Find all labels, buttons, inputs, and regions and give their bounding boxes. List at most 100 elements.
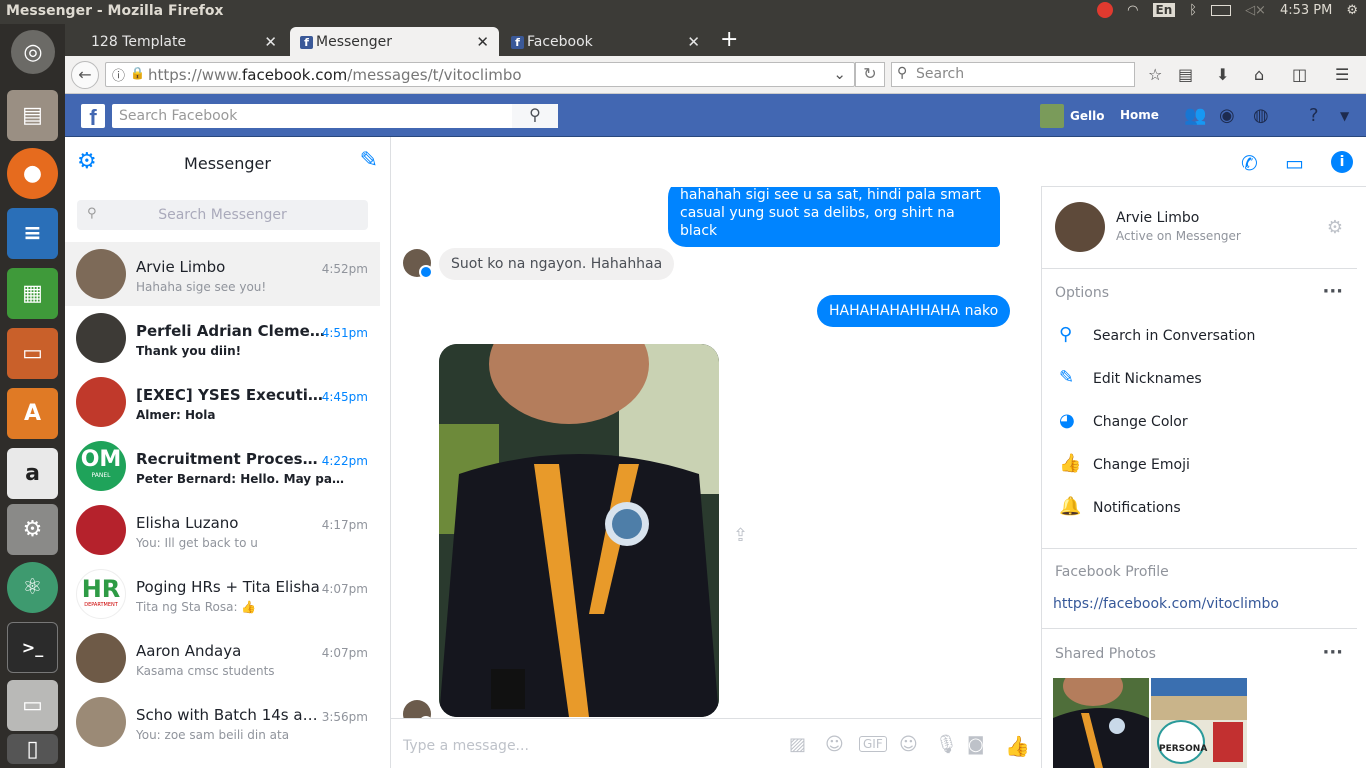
microphone-icon[interactable]: 🎙 [935,734,958,755]
conversation-name: Scho with Batch 14s and Batch 15s [136,706,326,724]
notifications-globe-icon[interactable]: ◍ [1253,105,1269,126]
conversation-item[interactable]: HR DEPARTMENT Poging HRs + Tita Elisha T… [65,562,380,626]
conversation-item[interactable]: Aaron Andaya Kasama cmsc students 4:07pm [65,626,380,690]
tab-128-template[interactable]: 128 Template ✕ [65,27,287,56]
messenger-icon[interactable]: ◉ [1219,105,1235,126]
phone-icon[interactable]: ✆ [1241,151,1258,175]
image-icon[interactable]: ▨ [789,734,806,755]
settings-gear-icon[interactable]: ⚙ [1327,217,1343,238]
pocket-icon[interactable]: ◫ [1292,65,1307,84]
conversation-time: 4:51pm [321,326,368,340]
option-label: Change Color [1093,414,1188,430]
compose-icon[interactable]: ✎ [360,148,378,173]
conversation-item[interactable]: OM PANEL Recruitment Process OM Panel Pe… [65,434,380,498]
conversation-preview: Kasama cmsc students [136,664,275,678]
system-tray: ◠ En ᛒ ◁× 4:53 PM ⚙ [1097,2,1358,18]
ubuntu-icon[interactable]: ◎ [11,30,55,74]
home-icon[interactable]: ⌂ [1254,65,1264,84]
conversation-item[interactable]: Scho with Batch 14s and Batch 15s You: z… [65,690,380,754]
sticker-icon[interactable]: ☺ [825,734,844,755]
change-color-option[interactable]: ◕ Change Color [1042,402,1357,445]
conversation-item[interactable]: [EXEC] YSES Executive Committee Almer: H… [65,370,380,434]
wifi-icon[interactable]: ◠ [1127,3,1138,18]
browser-search-field[interactable]: ⚲ Search [891,62,1135,87]
tab-facebook[interactable]: f Facebook ✕ [501,27,710,56]
message-input[interactable]: Type a message... [401,729,781,759]
search-in-conversation-option[interactable]: ⚲ Search in Conversation [1042,316,1357,359]
conversation-item[interactable]: Perfeli Adrian Clemente Thank you diin! … [65,306,380,370]
keyboard-layout[interactable]: En [1152,3,1176,17]
conversation-preview: Tita ng Sta Rosa: 👍 [136,600,257,614]
settings-gear-icon[interactable]: ⚙ [1346,3,1358,18]
info-icon[interactable]: ⓘ [112,65,125,84]
calc-icon[interactable]: ▦ [7,268,58,319]
notifications-option[interactable]: 🔔 Notifications [1042,488,1357,531]
info-icon[interactable]: i [1331,151,1353,173]
emoji-icon[interactable]: ☺ [899,734,918,755]
shared-photo[interactable] [439,344,719,717]
back-button[interactable]: ← [71,61,99,89]
url-bar[interactable]: ⓘ 🔒 https://www.facebook.com/messages/t/… [105,62,855,87]
more-options-icon[interactable]: ··· [1322,281,1343,302]
message-bubble-out[interactable]: hahahah sigi see u sa sat, hindi pala sm… [668,187,1000,247]
network-blocked-icon[interactable] [1097,2,1114,18]
gif-icon[interactable]: GIF [859,736,887,752]
battery-icon[interactable] [1211,4,1232,16]
thumbs-up-icon[interactable]: 👍 [1005,734,1030,758]
new-tab-icon[interactable]: + [720,27,738,52]
dropdown-icon[interactable]: ⌄ [833,65,846,83]
close-tab-icon[interactable]: ✕ [476,33,489,51]
home-link[interactable]: Home [1120,108,1159,122]
message-bubble-out[interactable]: HAHAHAHAHHAHA nako [817,295,1011,327]
facebook-profile-link[interactable]: https://facebook.com/vitoclimbo [1053,596,1279,612]
friend-requests-icon[interactable]: 👥 [1184,105,1206,126]
facebook-logo-icon[interactable]: f [81,104,105,130]
facebook-search-input[interactable]: Search Facebook [112,104,558,128]
account-menu-icon[interactable]: ▼ [1340,109,1349,123]
profile-name[interactable]: Arvie Limbo [1116,210,1199,226]
bookmark-star-icon[interactable]: ☆ [1148,65,1162,84]
camera-icon[interactable]: ◙ [967,734,984,755]
atom-editor-icon[interactable]: ⚛ [7,562,58,613]
reading-list-icon[interactable]: ▤ [1178,65,1193,84]
download-icon[interactable]: ⬇ [1216,65,1229,84]
conversation-item[interactable]: Arvie Limbo Hahaha sige see you! 4:52pm [65,242,380,306]
profile-link[interactable]: Gello [1040,104,1104,128]
conversation-item[interactable]: Elisha Luzano You: Ill get back to u 4:1… [65,498,380,562]
volume-muted-icon[interactable]: ◁× [1245,3,1266,18]
impress-icon[interactable]: ▭ [7,328,58,379]
change-emoji-option[interactable]: 👍 Change Emoji [1042,445,1357,488]
more-options-icon[interactable]: ··· [1322,642,1343,663]
firefox-icon[interactable]: ● [7,148,58,199]
edit-nicknames-option[interactable]: ✎ Edit Nicknames [1042,359,1357,402]
drive-icon[interactable]: ▭ [7,680,58,731]
message-bubble-in[interactable]: Suot ko na ngayon. Hahahhaa [439,248,675,280]
file-cabinet-icon[interactable]: ▤ [7,90,58,141]
menu-icon[interactable]: ☰ [1335,65,1349,84]
system-settings-icon[interactable]: ⚙ [7,504,58,555]
clock[interactable]: 4:53 PM [1280,3,1332,18]
writer-icon[interactable]: ≡ [7,208,58,259]
reload-button[interactable]: ↻ [855,62,885,87]
conversation-time: 4:17pm [321,518,368,532]
shared-photo-thumbnail[interactable] [1053,678,1149,768]
facebook-favicon-icon: f [300,36,313,49]
terminal-icon[interactable]: >_ [7,622,58,673]
trash-icon[interactable]: ▯ [7,734,58,764]
message-list: hahahah sigi see u sa sat, hindi pala sm… [391,187,1041,718]
option-label: Change Emoji [1093,457,1190,473]
avatar-subtext: PANEL [91,472,111,479]
software-center-icon[interactable]: A [7,388,58,439]
bluetooth-icon[interactable]: ᛒ [1189,3,1197,18]
share-icon[interactable]: ⇪ [733,525,748,546]
tab-messenger[interactable]: f Messenger ✕ [290,27,499,56]
close-tab-icon[interactable]: ✕ [687,33,700,51]
avatar[interactable] [1055,202,1105,252]
facebook-search-button[interactable]: ⚲ [512,104,558,128]
amazon-icon[interactable]: a [7,448,58,499]
help-icon[interactable]: ? [1309,105,1319,126]
video-camera-icon[interactable]: ▭ [1285,151,1304,175]
messenger-search-input[interactable]: ⚲ Search Messenger [77,200,368,230]
close-tab-icon[interactable]: ✕ [264,33,277,51]
shared-photo-thumbnail[interactable]: PERSONA [1151,678,1247,768]
